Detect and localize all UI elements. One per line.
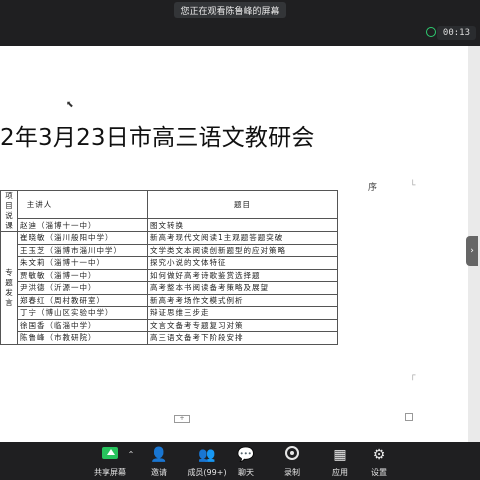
topic-cell: 新高考现代文阅读1主观题答题突破: [147, 231, 338, 245]
table-row: 王玉芝（淄博市淄川中学） 文学类文本阅读创新题型的应对策略: [1, 243, 338, 257]
schedule-table: 项目说课 主讲人 题目 赵迪（淄博十一中） 图文转换 专题发言 崔晓敏（淄川般阳…: [0, 189, 338, 345]
record-button[interactable]: 录制: [270, 446, 314, 478]
side-panel-toggle[interactable]: ›: [466, 236, 478, 266]
status-indicator-icon: [426, 27, 436, 37]
topic-cell: 图文转换: [147, 218, 338, 232]
topic-cell: 高三语文备考下阶段安排: [147, 331, 338, 345]
settings-button[interactable]: ⚙ 设置: [357, 446, 401, 478]
apps-label: 应用: [332, 468, 348, 477]
speaker-cell: 郑春红（周村教研室）: [17, 293, 148, 307]
table-row: 丁宁（博山区实验中学） 辩证思维三步走: [1, 306, 338, 320]
gear-icon: ⚙: [372, 447, 386, 463]
share-screen-label: 共享屏幕: [94, 468, 126, 477]
speaker-cell: 尹洪德（沂源一中）: [17, 281, 148, 295]
table-row: 陈鲁峰（市教研院） 高三语文备考下阶段安排: [1, 331, 338, 345]
speaker-cell: 贾敏敏（淄博一中）: [17, 268, 148, 282]
group-label: 专题发言: [0, 231, 18, 345]
table-row: 赵迪（淄博十一中） 图文转换: [1, 218, 338, 232]
header-speaker-label: 主讲人: [26, 200, 53, 209]
topic-cell: 探究小说的文体特征: [147, 256, 338, 270]
speaker-cell: 丁宁（博山区实验中学）: [17, 306, 148, 320]
header-topic-label: 题目: [234, 200, 251, 209]
topic-cell: 辩证思维三步走: [147, 306, 338, 320]
table-row: 朱文莉（淄博十一中） 探究小说的文体特征: [1, 256, 338, 270]
speaker-cell: 朱文莉（淄博十一中）: [17, 256, 148, 270]
chat-bubble-icon: 💬: [237, 447, 255, 463]
table-row: 专题发言 崔晓敏（淄川般阳中学） 新高考现代文阅读1主观题答题突破: [0, 231, 338, 345]
settings-label: 设置: [371, 468, 387, 477]
apps-button[interactable]: ▦ 应用: [318, 446, 362, 478]
header-category: 项目说课: [0, 190, 18, 232]
members-label: 成员(99+): [187, 468, 227, 477]
speaker-cell: 崔晓敏（淄川般阳中学）: [17, 231, 148, 245]
table-add-row-handle[interactable]: +: [174, 415, 190, 423]
meeting-timer: 00:13: [436, 26, 476, 40]
meeting-top-bar: 您正在观看陈鲁峰的屏幕 00:13: [0, 0, 480, 46]
speaker-cell: 王玉芝（淄博市淄川中学）: [17, 243, 148, 257]
table-row: 徐国香（临淄中学） 文言文备考专题复习对策: [1, 318, 338, 332]
mouse-pointer-icon: ⬉: [66, 100, 74, 110]
shared-document-view: ⬉ 2年3月23日市高三语文教研会 序 └ ┌ 项目说课 主讲人 题目 赵迪（淄…: [0, 46, 480, 442]
invite-button[interactable]: 👤 邀请: [137, 446, 181, 478]
table-header-row: 项目说课 主讲人 题目: [0, 189, 338, 232]
corner-mark-icon: ┌: [410, 371, 416, 381]
heading-fragment: 序: [368, 183, 378, 193]
speaker-cell: 徐国香（临淄中学）: [17, 318, 148, 332]
chevron-up-icon: ⌃: [127, 450, 135, 459]
chat-button[interactable]: 💬 聊天: [224, 446, 268, 478]
speaker-cell: 赵迪（淄博十一中）: [17, 218, 148, 232]
topic-cell: 如何做好高考诗歌鉴赏选择题: [147, 268, 338, 282]
record-icon: [270, 446, 314, 464]
topic-cell: 文学类文本阅读创新题型的应对策略: [147, 243, 338, 257]
table-row: 郑春红（周村教研室） 新高考考场作文模式例析: [1, 293, 338, 307]
topic-cell: 高考整本书阅读备考策略及展望: [147, 281, 338, 295]
corner-mark-icon: └: [410, 181, 416, 191]
chat-label: 聊天: [238, 468, 254, 477]
invite-label: 邀请: [151, 468, 167, 477]
document-title: 2年3月23日市高三语文教研会: [0, 125, 315, 151]
table-resize-handle[interactable]: [405, 413, 413, 421]
topic-cell: 新高考考场作文模式例析: [147, 293, 338, 307]
apps-grid-icon: ▦: [333, 447, 347, 463]
table-row: 贾敏敏（淄博一中） 如何做好高考诗歌鉴赏选择题: [1, 268, 338, 282]
speaker-cell: 陈鲁峰（市教研院）: [17, 331, 148, 345]
topic-cell: 文言文备考专题复习对策: [147, 318, 338, 332]
chevron-right-icon: ›: [470, 246, 474, 256]
screen-share-banner: 您正在观看陈鲁峰的屏幕: [174, 2, 286, 18]
table-row: 尹洪德（沂源一中） 高考整本书阅读备考策略及展望: [1, 281, 338, 295]
meeting-toolbar: 共享屏幕 ⌃ 👤 邀请 👥 成员(99+) 💬 聊天 录制 ▦ 应用 ⚙ 设置: [0, 442, 480, 480]
record-label: 录制: [284, 468, 300, 477]
share-options-caret[interactable]: ⌃: [124, 446, 138, 467]
header-topic: 题目: [147, 189, 338, 220]
invite-user-icon: 👤: [150, 447, 168, 463]
header-speaker: 主讲人: [17, 189, 148, 220]
